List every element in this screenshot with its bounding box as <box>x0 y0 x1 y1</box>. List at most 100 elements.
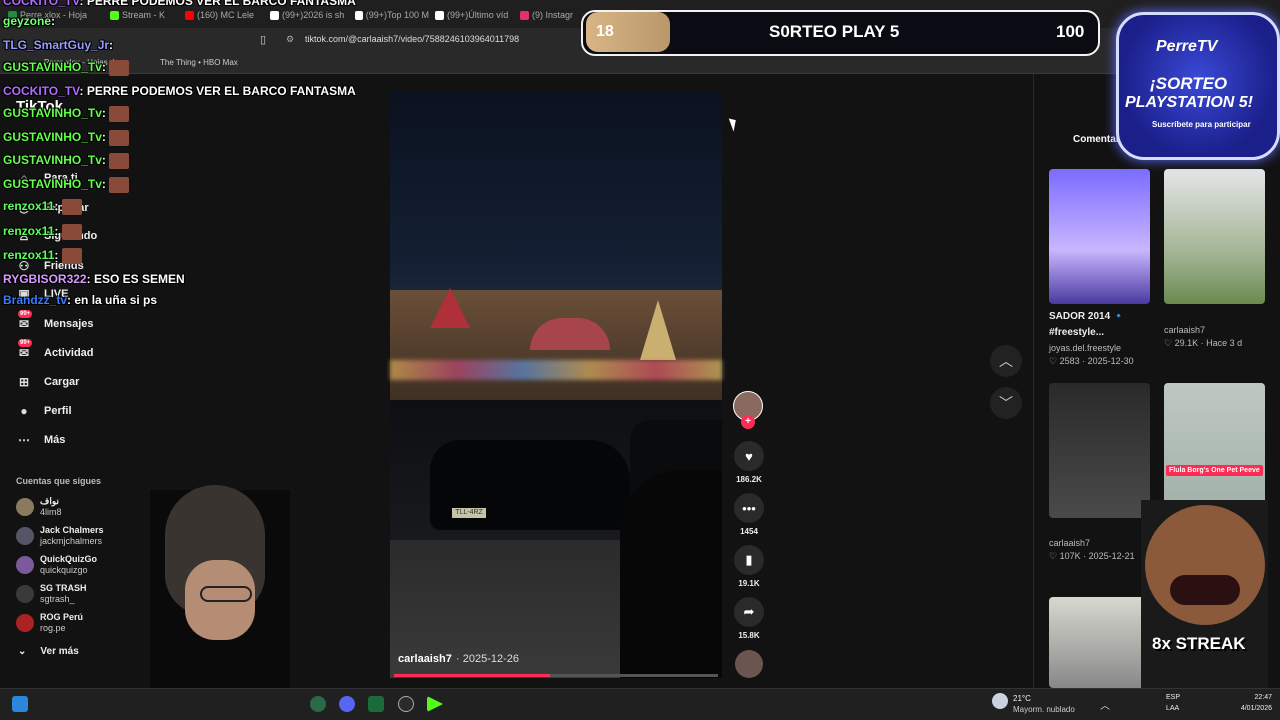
chat-emote-icon <box>109 177 130 193</box>
chat-message: GUSTAVINHO_Tv: <box>3 130 130 146</box>
chat-separator: : <box>54 199 62 214</box>
app-icon[interactable] <box>310 696 326 712</box>
chat-username: RYGBISOR322 <box>3 272 87 286</box>
chat-separator: : <box>101 60 110 75</box>
badge-line: PLAYSTATION 5! <box>1125 94 1253 111</box>
url-field[interactable]: tiktok.com/@carlaaish7/video/75882461039… <box>305 34 519 44</box>
comment-button[interactable]: ••• 1454 <box>733 493 765 536</box>
chat-separator: : <box>79 0 87 8</box>
related-author[interactable]: carlaaish7 <box>1049 538 1090 548</box>
badge-line: ¡SORTEO <box>1150 74 1228 93</box>
bookmark-item[interactable]: The Thing • HBO Max <box>160 58 238 67</box>
related-stats: ♡ 107K · 2025-12-21 <box>1049 551 1135 561</box>
tab-favicon-icon <box>270 10 279 20</box>
following-account[interactable]: ROG Perú rog.pe <box>16 612 83 634</box>
chat-text: PERRE PODEMOS VER EL BARCO FANTASMA <box>86 0 356 8</box>
language-indicator[interactable]: ESP <box>1166 694 1180 701</box>
follow-plus-icon[interactable]: + <box>741 415 755 429</box>
chat-message: TLG_SmartGuy_Jr: <box>3 38 113 52</box>
heart-button[interactable]: ♥ 186.2K <box>733 441 765 484</box>
chat-message: GUSTAVINHO_Tv: <box>3 153 130 169</box>
obs-icon[interactable] <box>398 696 414 712</box>
related-video-thumb[interactable] <box>1164 383 1265 518</box>
related-subtitle[interactable]: #freestyle... <box>1049 327 1104 338</box>
following-account[interactable]: Jack Chalmers jackmjchalmers <box>16 525 104 547</box>
related-title[interactable]: SADOR 2014 🔹 <box>1049 311 1125 322</box>
account-name: ROG Perú <box>40 612 84 622</box>
browser-tab[interactable]: (99+)2026 is sh <box>270 6 349 24</box>
tab-favicon-icon <box>520 10 529 20</box>
avatar <box>16 556 34 574</box>
sidebar-item-más[interactable]: ⋯ Más <box>16 430 65 450</box>
bookmark-icon[interactable]: ▯ <box>260 33 266 46</box>
heart-icon: ♥ <box>734 441 764 471</box>
browser-tab[interactable]: (99+)Último víd <box>435 6 514 24</box>
music-disc-icon[interactable] <box>735 650 763 678</box>
related-video-thumb[interactable] <box>1049 597 1150 688</box>
language-indicator[interactable]: LAA <box>1166 705 1179 712</box>
related-author[interactable]: carlaaish7 <box>1164 325 1205 335</box>
chat-username: renzox11 <box>3 224 55 239</box>
sidebar-item-perfil[interactable]: ● Perfil <box>16 401 71 421</box>
share-button[interactable]: ➦ 15.8K <box>733 597 765 640</box>
start-icon[interactable] <box>12 696 28 712</box>
tab-favicon-icon <box>185 10 194 20</box>
chat-separator: : <box>51 14 56 28</box>
related-video-thumb[interactable] <box>1049 169 1150 304</box>
related-video-thumb[interactable] <box>1164 169 1265 304</box>
chat-separator: : <box>101 130 110 145</box>
chat-separator: : <box>109 38 114 52</box>
chat-message: RYGBISOR322: ESO ES SEMEN <box>3 272 185 286</box>
sidebar-item-mensajes[interactable]: ✉ 99+ Mensajes <box>16 310 94 334</box>
chat-message: renzox11: <box>3 224 82 240</box>
following-account[interactable]: SG TRASH sgtrash_ <box>16 583 87 605</box>
chat-username: geyzone <box>3 14 52 28</box>
chat-separator: : <box>101 106 110 121</box>
weather-temp: 21°C <box>1013 694 1031 703</box>
sidebar-item-label: Más <box>44 434 66 446</box>
sidebar-item-label: Mensajes <box>44 318 94 330</box>
browser-tab[interactable]: (99+)Top 100 M <box>355 6 429 24</box>
discord-icon[interactable] <box>339 696 355 712</box>
tab-favicon-icon <box>355 10 363 20</box>
clock-date[interactable]: 4/01/2026 <box>1226 705 1272 712</box>
chat-message: GUSTAVINHO_Tv: <box>3 177 130 193</box>
following-account[interactable]: QuickQuizGo quickquizgo <box>16 554 97 576</box>
app-icon[interactable] <box>368 696 384 712</box>
see-more-link[interactable]: ⌄ Ver más <box>18 646 79 657</box>
chat-username: renzox11 <box>3 199 55 214</box>
account-name: QuickQuizGo <box>40 554 98 564</box>
chat-username: Brandzz_tv <box>3 293 68 307</box>
action-count: 15.8K <box>738 631 760 640</box>
tray-chevron-icon[interactable]: ︿ <box>1100 697 1110 712</box>
tab-favicon-icon <box>435 10 444 20</box>
chat-message: Brandzz_tv: en la uña si ps <box>3 293 157 307</box>
following-account[interactable]: نواف 4lim8 <box>16 496 62 518</box>
sidebar-item-label: Actividad <box>44 347 94 359</box>
bookmark-icon: ▮ <box>734 545 764 575</box>
chat-emote-icon <box>61 224 82 240</box>
site-info-icon[interactable]: ⚙ <box>286 34 294 45</box>
related-author[interactable]: joyas.del.freestyle <box>1049 343 1121 353</box>
chevron-up-icon[interactable]: ︿ <box>990 345 1022 377</box>
taskbar <box>0 688 1280 720</box>
chat-username: COCKITO_TV <box>3 84 80 98</box>
browser-tab[interactable]: Stream - K <box>110 6 179 24</box>
action-count: 186.2K <box>736 475 762 484</box>
profile-icon: ● <box>20 404 28 418</box>
chat-emote-icon <box>109 153 130 169</box>
clock-time[interactable]: 22:47 <box>1240 694 1272 701</box>
notification-badge: 99+ <box>18 339 33 347</box>
chevron-down-icon[interactable]: ﹀ <box>990 387 1022 419</box>
account-handle: rog.pe <box>40 623 66 633</box>
video-date: · 2025-12-26 <box>456 653 519 665</box>
sidebar-item-cargar[interactable]: ⊞ Cargar <box>16 372 80 392</box>
chat-emote-icon <box>109 60 130 76</box>
browser-tab[interactable]: (160) MC Lele <box>185 6 264 24</box>
sidebar-item-actividad[interactable]: ✉ 99+ Actividad <box>16 339 94 363</box>
bookmark-button[interactable]: ▮ 19.1K <box>733 545 765 588</box>
related-video-thumb[interactable] <box>1049 383 1150 518</box>
tab-label: (99+)Último víd <box>447 10 509 20</box>
avatar <box>16 585 34 603</box>
video-author[interactable]: carlaaish7 <box>398 653 452 665</box>
